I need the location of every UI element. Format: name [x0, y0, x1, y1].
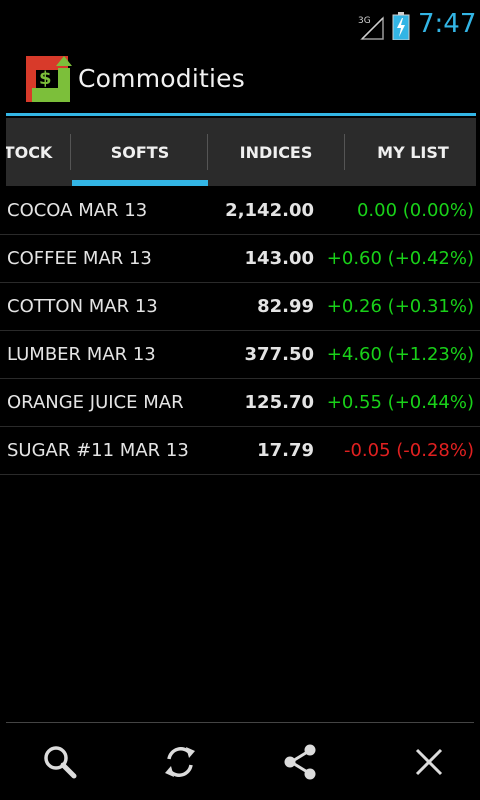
share-button[interactable]: [240, 723, 360, 800]
quote-change: +0.55 (+0.44%): [326, 392, 474, 413]
quote-name: SUGAR #11 MAR 13: [7, 440, 189, 461]
app-title: Commodities: [78, 64, 245, 93]
quote-change: -0.05 (-0.28%): [343, 440, 474, 461]
tab-softs[interactable]: SOFTS: [72, 118, 208, 186]
search-button[interactable]: [0, 723, 120, 800]
quote-price: 143.00: [244, 248, 314, 269]
quote-name: COTTON MAR 13: [7, 296, 158, 317]
quote-price: 17.79: [257, 440, 314, 461]
tab-my-list[interactable]: MY LIST: [345, 118, 476, 186]
search-icon: [44, 745, 77, 778]
selected-tab-indicator: [72, 180, 208, 186]
quote-price: 2,142.00: [225, 200, 314, 221]
quote-list: COCOA MAR 13 2,142.00 0.00 (0.00%) COFFE…: [0, 187, 480, 475]
close-button[interactable]: [369, 723, 480, 800]
action-bar-divider: [6, 113, 476, 116]
quote-name: LUMBER MAR 13: [7, 344, 156, 365]
quote-change: 0.00 (0.00%): [356, 200, 474, 221]
quote-row[interactable]: SUGAR #11 MAR 13 17.79 -0.05 (-0.28%): [0, 427, 480, 475]
quote-change: +0.60 (+0.42%): [326, 248, 474, 269]
quote-name: COFFEE MAR 13: [7, 248, 152, 269]
signal-icon: 3G: [358, 16, 384, 40]
quote-row[interactable]: COTTON MAR 13 82.99 +0.26 (+0.31%): [0, 283, 480, 331]
quote-price: 125.70: [244, 392, 314, 413]
quote-row[interactable]: COFFEE MAR 13 143.00 +0.60 (+0.42%): [0, 235, 480, 283]
share-icon: [284, 744, 316, 779]
quote-row[interactable]: COCOA MAR 13 2,142.00 0.00 (0.00%): [0, 187, 480, 235]
refresh-icon: [165, 746, 195, 777]
tab-divider: [70, 134, 71, 170]
battery-charging-icon: [392, 12, 410, 40]
tab-indices[interactable]: INDICES: [208, 118, 344, 186]
tab-stock[interactable]: TOCK: [6, 118, 56, 186]
bottom-action-bar: [0, 723, 480, 800]
quote-price: 82.99: [257, 296, 314, 317]
quote-price: 377.50: [244, 344, 314, 365]
quote-row[interactable]: LUMBER MAR 13 377.50 +4.60 (+1.23%): [0, 331, 480, 379]
refresh-button[interactable]: [120, 723, 240, 800]
quote-row[interactable]: ORANGE JUICE MAR 125.70 +0.55 (+0.44%): [0, 379, 480, 427]
svg-text:$: $: [39, 68, 52, 89]
status-clock: 7:47: [418, 9, 477, 39]
action-bar: $ Commodities: [0, 50, 480, 113]
quote-name: ORANGE JUICE MAR: [7, 392, 184, 413]
network-type-label: 3G: [358, 16, 371, 26]
quote-name: COCOA MAR 13: [7, 200, 148, 221]
close-icon: [415, 748, 443, 775]
quote-change: +4.60 (+1.23%): [326, 344, 474, 365]
status-bar: 3G 7:47: [0, 0, 480, 50]
quote-change: +0.26 (+0.31%): [326, 296, 474, 317]
commodities-app-icon[interactable]: $: [24, 54, 72, 104]
tab-strip: TOCK SOFTS INDICES MY LIST: [6, 118, 476, 186]
